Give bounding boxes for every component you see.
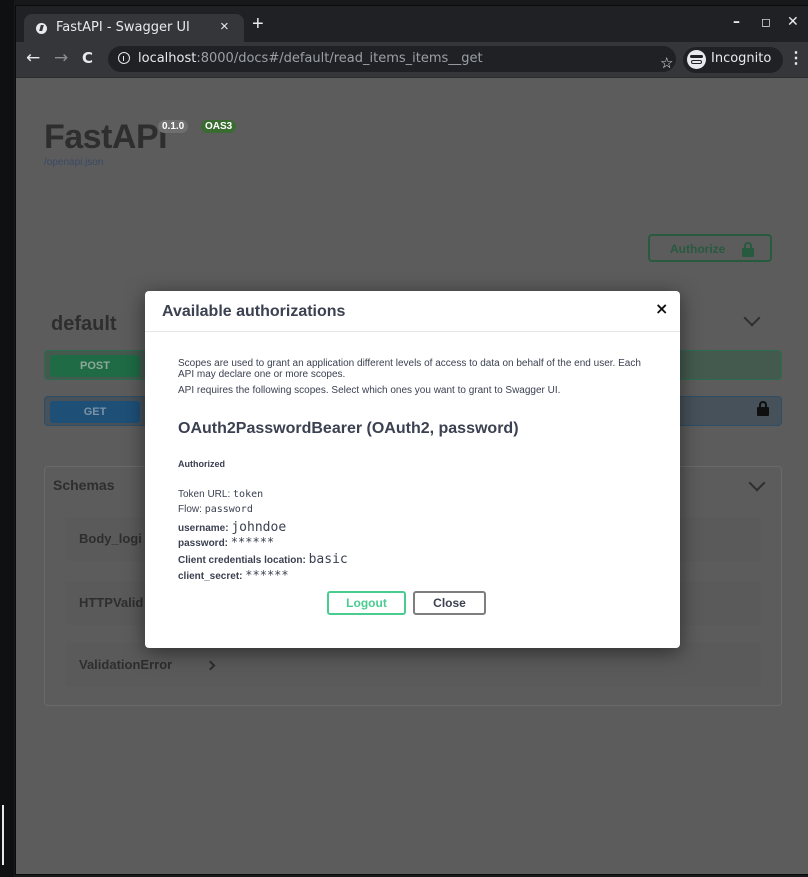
openapi-link[interactable]: /openapi.json (44, 157, 104, 168)
dialog-header: Available authorizations × (145, 291, 680, 332)
username-row: username: johndoe (178, 520, 287, 535)
url-text: localhost:8000/docs#/default/read_items_… (138, 51, 483, 66)
lock-icon (742, 242, 754, 257)
close-icon[interactable]: × (655, 299, 668, 318)
incognito-icon (687, 50, 706, 69)
authorized-status: Authorized (178, 459, 225, 469)
address-bar[interactable]: localhost:8000/docs#/default/read_items_… (108, 46, 676, 72)
schemas-chevron-icon[interactable] (748, 474, 766, 492)
username-value: johndoe (231, 520, 287, 535)
chevron-down-icon[interactable] (743, 309, 761, 327)
flow-row: Flow: password (178, 504, 253, 515)
desktop-edge (0, 0, 14, 877)
auth-scheme-title: OAuth2PasswordBearer (OAuth2, password) (178, 420, 519, 437)
forward-button[interactable]: → (54, 48, 68, 68)
client-location-value: basic (308, 552, 348, 567)
model-name: HTTPValid (79, 595, 144, 610)
oas-badge: OAS3 (201, 120, 237, 133)
chevron-right-icon (205, 660, 216, 671)
scopes-description: Scopes are used to grant an application … (178, 358, 641, 380)
client-secret-row: client_secret: ****** (178, 568, 289, 582)
flow-value: password (204, 504, 253, 515)
method-badge-post: POST (50, 355, 140, 377)
browser-tab[interactable]: FastAPI - Swagger UI × (24, 14, 244, 42)
token-url-row: Token URL: token (178, 489, 264, 500)
incognito-badge[interactable]: Incognito (683, 47, 783, 73)
api-title: FastAPI (44, 118, 168, 156)
close-button[interactable]: Close (413, 591, 486, 615)
tag-section-title[interactable]: default (51, 313, 117, 336)
logout-button[interactable]: Logout (327, 591, 406, 615)
incognito-label: Incognito (711, 51, 772, 66)
client-secret-value: ****** (245, 568, 289, 582)
maximize-button[interactable]: ◻ (761, 15, 771, 29)
client-location-row: Client credentials location: basic (178, 552, 348, 567)
model-item[interactable]: ValidationError (65, 643, 761, 687)
authorize-label: Authorize (670, 242, 726, 256)
dialog-title: Available authorizations (162, 303, 346, 320)
desktop-cursor-mark (2, 805, 4, 865)
operation-lock-icon[interactable] (757, 401, 769, 416)
tab-title: FastAPI - Swagger UI (56, 20, 190, 35)
browser-toolbar: ← → C localhost:8000/docs#/default/read_… (16, 42, 808, 78)
token-url-value: token (233, 489, 264, 500)
password-row: password: ****** (178, 535, 275, 549)
model-name: ValidationError (79, 657, 173, 672)
browser-window: FastAPI - Swagger UI × + – ◻ ✕ ← → C loc… (16, 6, 808, 874)
bookmark-star-icon[interactable]: ☆ (660, 54, 673, 72)
tab-close-icon[interactable]: × (220, 18, 229, 35)
password-value: ****** (230, 535, 275, 549)
model-name: Body_logi (79, 531, 142, 546)
favicon-icon (36, 23, 47, 34)
back-button[interactable]: ← (26, 48, 40, 68)
version-badge: 0.1.0 (158, 120, 189, 133)
close-window-button[interactable]: ✕ (787, 14, 799, 30)
scopes-instruction: API requires the following scopes. Selec… (178, 385, 561, 396)
reload-button[interactable]: C (82, 49, 93, 67)
authorize-button[interactable]: Authorize (648, 234, 772, 262)
new-tab-button[interactable]: + (252, 14, 264, 34)
browser-menu-icon[interactable]: ⋮ (788, 48, 804, 68)
method-badge-get: GET (50, 401, 140, 423)
minimize-button[interactable]: – (733, 14, 740, 30)
schemas-title[interactable]: Schemas (53, 477, 114, 493)
auth-dialog: Available authorizations × Scopes are us… (145, 291, 680, 648)
tab-strip: FastAPI - Swagger UI × + – ◻ ✕ (16, 6, 808, 42)
site-info-icon[interactable] (118, 52, 130, 64)
